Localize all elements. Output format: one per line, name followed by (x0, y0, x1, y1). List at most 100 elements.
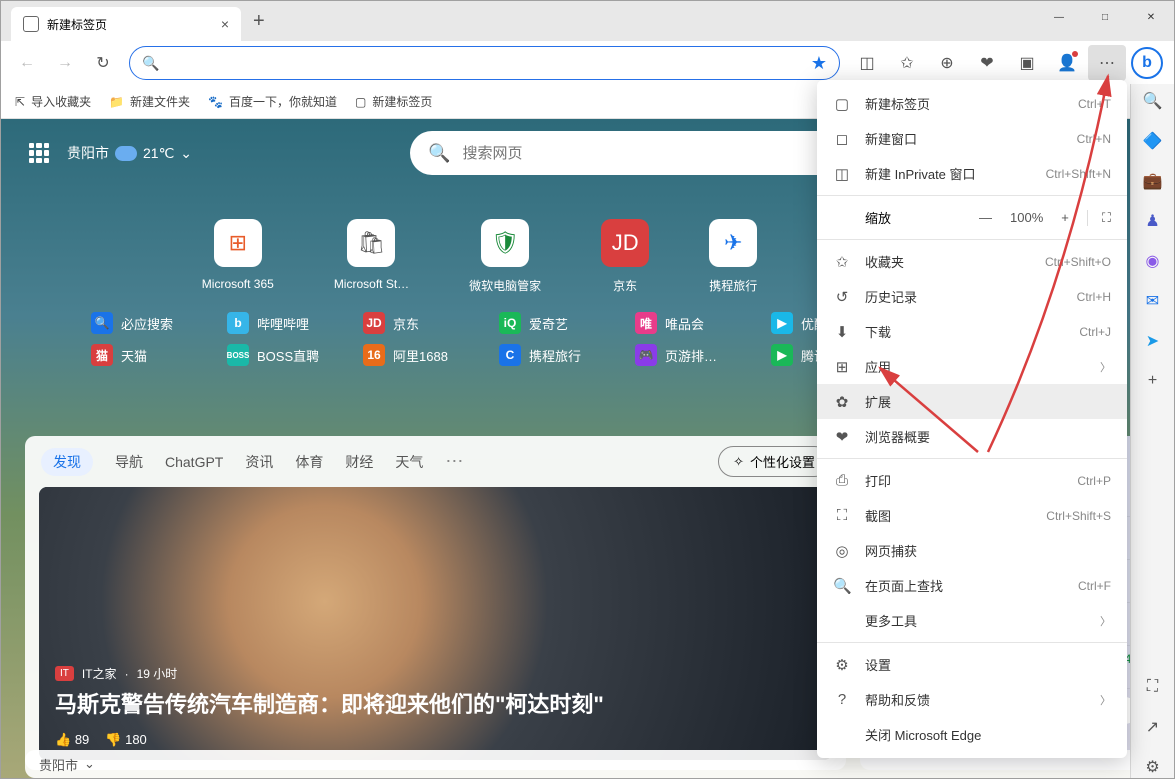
quick-link[interactable]: BOSSBOSS直聘 (227, 344, 327, 366)
link-label: 页游排… (665, 346, 717, 365)
link-icon: ▶ (771, 344, 793, 366)
quick-link[interactable]: 16 阿里1688 (363, 344, 463, 366)
maximize-button[interactable]: □ (1082, 1, 1128, 33)
bing-button[interactable]: b (1128, 45, 1166, 81)
menu-browser-essentials[interactable]: ❤浏览器概要 (817, 419, 1127, 454)
back-button[interactable]: ← (9, 45, 45, 81)
quick-tile[interactable]: 🛡微软电脑管家 (469, 219, 541, 294)
quick-link[interactable]: C携程旅行 (499, 344, 599, 366)
quick-link[interactable]: 🔍必应搜索 (91, 312, 191, 334)
menu-inprivate[interactable]: ◫新建 InPrivate 窗口Ctrl+Shift+N (817, 156, 1127, 191)
feed-tab[interactable]: 发现 (41, 448, 93, 476)
link-label: BOSS直聘 (257, 346, 319, 365)
sparkle-icon: ✧ (733, 454, 744, 470)
address-bar[interactable]: 🔍 ★ (129, 46, 840, 80)
quick-link[interactable]: 唯唯品会 (635, 312, 735, 334)
quick-link[interactable]: 猫天猫 (91, 344, 191, 366)
refresh-button[interactable]: ↻ (85, 45, 121, 81)
collections-icon[interactable]: ⊕ (928, 45, 966, 81)
feed-tab[interactable]: 导航 (115, 452, 143, 472)
quick-tile[interactable]: ✈携程旅行 (709, 219, 757, 294)
menu-apps[interactable]: ⊞应用〉 (817, 349, 1127, 384)
menu-print[interactable]: ⎙打印Ctrl+P (817, 463, 1127, 498)
quick-tile[interactable]: ⊞Microsoft 365 (202, 219, 274, 294)
extensions-icon: ✿ (833, 393, 851, 411)
sidebar-settings-icon[interactable]: ⚙ (1142, 756, 1164, 778)
favorites-icon[interactable]: ✩ (888, 45, 926, 81)
print-icon: ⎙ (833, 472, 851, 489)
profile-icon[interactable]: 👤 (1048, 45, 1086, 81)
new-tab-icon: ▢ (833, 95, 851, 113)
new-tab-button[interactable]: + (253, 10, 265, 33)
feed-tab[interactable]: 天气 (395, 452, 423, 472)
bookmark-folder[interactable]: 📁新建文件夹 (109, 93, 190, 110)
menu-screenshot[interactable]: ⛶截图Ctrl+Shift+S (817, 498, 1127, 533)
zoom-out-button[interactable]: — (979, 210, 992, 225)
menu-downloads[interactable]: ⬇下载Ctrl+J (817, 314, 1127, 349)
featured-article[interactable]: IT IT之家·19 小时 马斯克警告传统汽车制造商：即将迎来他们的"柯达时刻"… (39, 487, 832, 760)
sidebar-add-icon[interactable]: + (1142, 370, 1164, 392)
link-icon: b (227, 312, 249, 334)
sidebar-screenshot-icon[interactable]: ⛶ (1142, 676, 1164, 698)
app-icon[interactable]: ▣ (1008, 45, 1046, 81)
menu-extensions[interactable]: ✿扩展 (817, 384, 1127, 419)
menu-help[interactable]: ?帮助和反馈〉 (817, 682, 1127, 717)
link-icon: 🎮 (635, 344, 657, 366)
menu-find[interactable]: 🔍在页面上查找Ctrl+F (817, 568, 1127, 603)
sidebar-shopping-icon[interactable]: 💼 (1142, 170, 1164, 192)
source-badge: IT (55, 666, 74, 681)
capture-icon: ◎ (833, 542, 851, 560)
tile-icon: ⊞ (214, 219, 262, 267)
quick-link[interactable]: b哔哩哔哩 (227, 312, 327, 334)
sidebar-tools-icon[interactable]: 🔷 (1142, 130, 1164, 152)
forward-button[interactable]: → (47, 45, 83, 81)
menu-settings[interactable]: ⚙设置 (817, 647, 1127, 682)
sidebar-copilot-icon[interactable]: ◉ (1142, 250, 1164, 272)
minimize-button[interactable]: — (1036, 1, 1082, 33)
menu-new-tab[interactable]: ▢新建标签页Ctrl+T (817, 86, 1127, 121)
split-screen-icon[interactable]: ◫ (848, 45, 886, 81)
menu-history[interactable]: ↺历史记录Ctrl+H (817, 279, 1127, 314)
more-menu-button[interactable]: ⋯ (1088, 45, 1126, 81)
menu-favorites[interactable]: ✩收藏夹Ctrl+Shift+O (817, 244, 1127, 279)
performance-icon[interactable]: ❤ (968, 45, 1006, 81)
bookmark-newtab[interactable]: ▢新建标签页 (355, 93, 432, 110)
tile-icon: ✈ (709, 219, 757, 267)
quick-link[interactable]: JD京东 (363, 312, 463, 334)
sidebar-outlook-icon[interactable]: ✉ (1142, 290, 1164, 312)
apps-launcher-icon[interactable] (29, 143, 49, 163)
menu-more-tools[interactable]: 更多工具〉 (817, 603, 1127, 638)
feed-more-icon[interactable]: ⋯ (445, 451, 463, 472)
fullscreen-button[interactable]: ⛶ (1087, 210, 1111, 226)
feed-tab[interactable]: 财经 (345, 452, 373, 472)
zoom-in-button[interactable]: + (1061, 210, 1069, 225)
browser-tab[interactable]: 新建标签页 × (11, 7, 241, 41)
bookmark-baidu[interactable]: 🐾百度一下，你就知道 (208, 93, 337, 110)
menu-new-window[interactable]: ◻新建窗口Ctrl+N (817, 121, 1127, 156)
bookmark-import[interactable]: ⇱导入收藏夹 (15, 93, 91, 110)
close-tab-icon[interactable]: × (221, 16, 229, 32)
quick-link[interactable]: 🎮 页游排… (635, 344, 735, 366)
sidebar-external-icon[interactable]: ↗ (1142, 716, 1164, 738)
like-button[interactable]: 👍 89 (55, 732, 89, 748)
close-window-button[interactable]: ✕ (1128, 1, 1174, 33)
menu-web-capture[interactable]: ◎网页捕获 (817, 533, 1127, 568)
link-label: 阿里1688 (393, 346, 448, 365)
feed-tab[interactable]: ChatGPT (165, 454, 223, 470)
quick-tile[interactable]: JD京东 (601, 219, 649, 294)
favorite-star-icon[interactable]: ★ (811, 53, 827, 74)
dislike-button[interactable]: 👎 180 (105, 732, 147, 748)
sidebar-games-icon[interactable]: ♟ (1142, 210, 1164, 232)
feed-tab[interactable]: 体育 (295, 452, 323, 472)
sidebar-search-icon[interactable]: 🔍 (1142, 90, 1164, 112)
quick-tile[interactable]: 🛍Microsoft St… (334, 219, 409, 294)
menu-close-edge[interactable]: 关闭 Microsoft Edge (817, 717, 1127, 752)
weather-widget[interactable]: 贵阳市 21℃ ⌄ (67, 143, 192, 163)
link-icon: 16 (363, 344, 385, 366)
sidebar-send-icon[interactable]: ➤ (1142, 330, 1164, 352)
quick-link[interactable]: iQ爱奇艺 (499, 312, 599, 334)
personalize-button[interactable]: ✧个性化设置 (718, 446, 830, 477)
feed-tabs: 发现 导航 ChatGPT 资讯 体育 财经 天气 ⋯ ✧个性化设置 (25, 436, 846, 487)
baidu-icon: 🐾 (208, 95, 223, 109)
feed-tab[interactable]: 资讯 (245, 452, 273, 472)
